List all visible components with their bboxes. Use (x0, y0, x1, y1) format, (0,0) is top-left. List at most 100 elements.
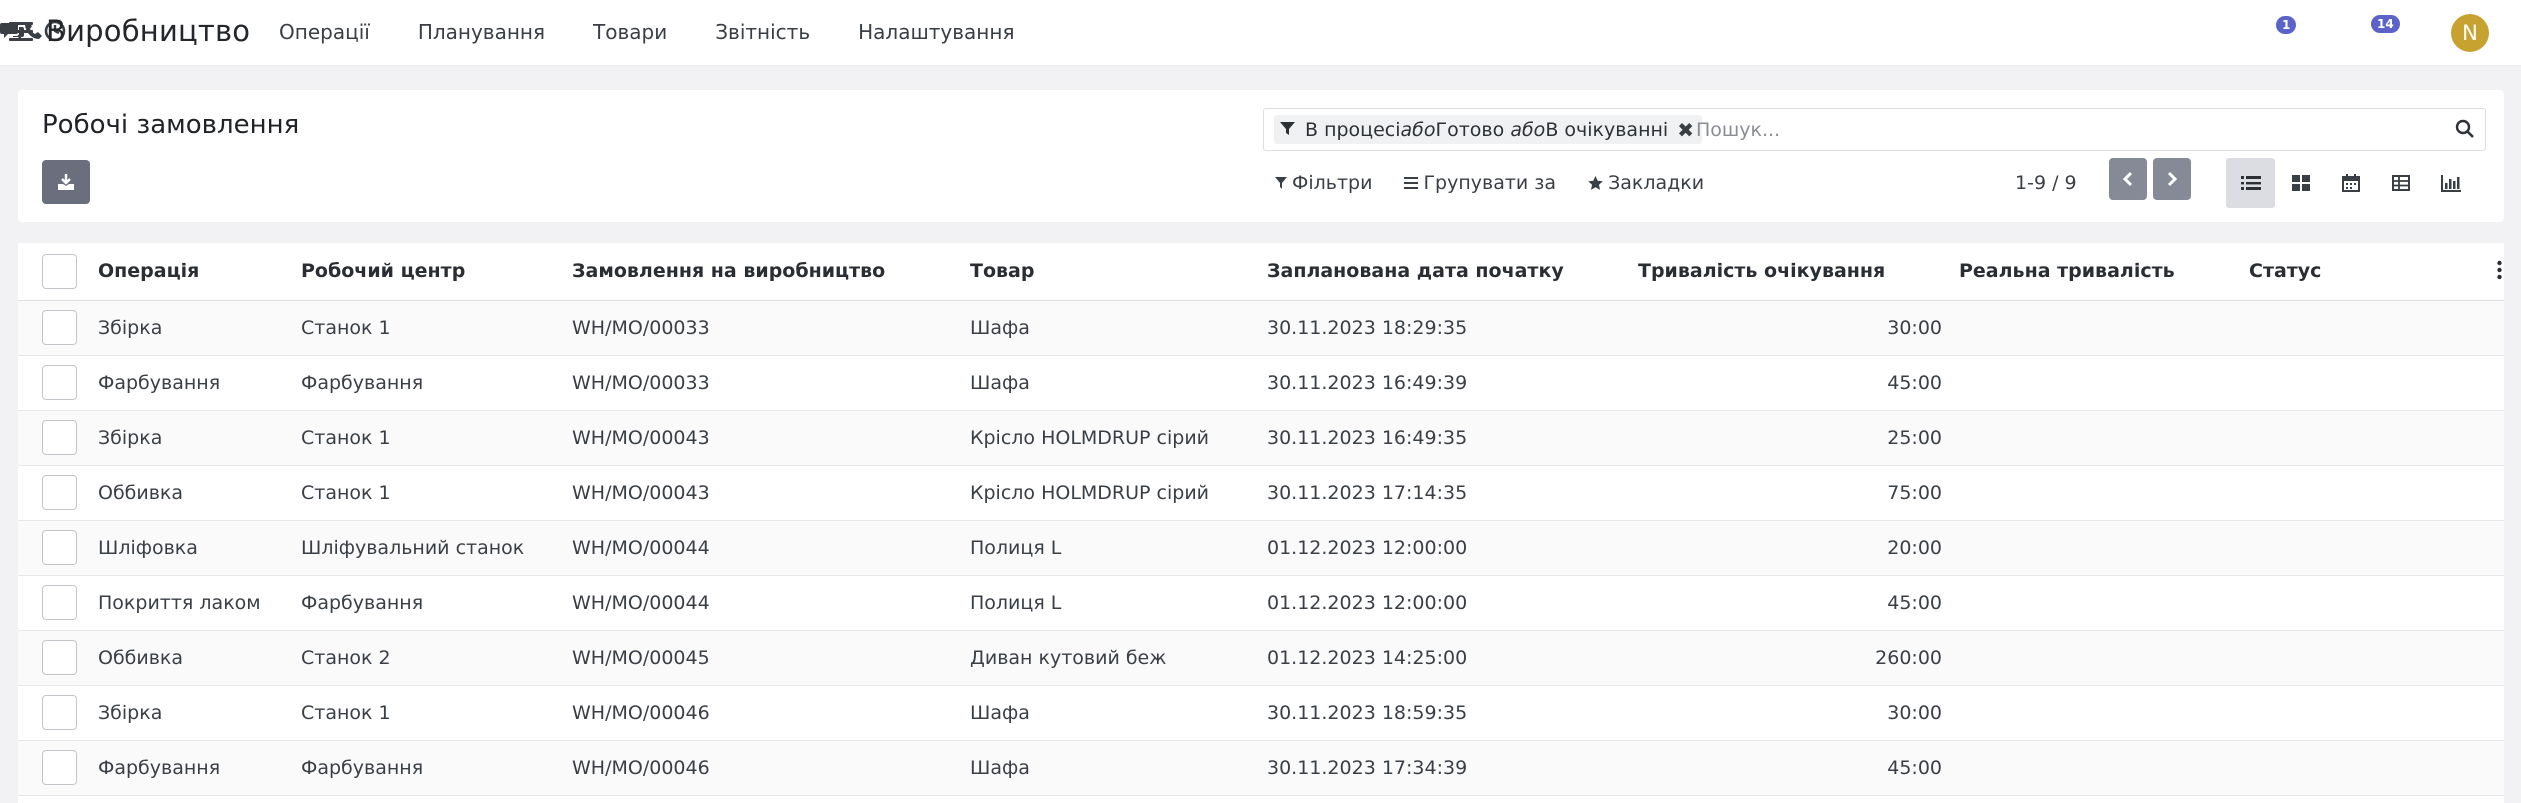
search-input[interactable] (1696, 115, 2416, 145)
row-checkbox[interactable] (42, 475, 77, 510)
search-bar: В процесі або Готово або В очікуванні ✖ (1263, 108, 2486, 151)
cell-operation: Збірка (98, 316, 163, 339)
cell-workcenter: Станок 1 (301, 316, 391, 339)
filter-icon (1275, 177, 1287, 189)
row-checkbox[interactable] (42, 640, 77, 675)
pager-value[interactable]: 1-9 / 9 (2015, 172, 2077, 194)
menu-item-operations[interactable]: Операції (279, 20, 370, 44)
cell-scheduled-start: 30.11.2023 16:49:39 (1267, 371, 1468, 394)
cell-real-duration (1959, 410, 2249, 465)
kanban-view-button[interactable] (2276, 158, 2325, 208)
pager-previous-button[interactable] (2109, 158, 2147, 200)
cell-production-order: WH/MO/00043 (572, 426, 710, 449)
column-header-scheduled-start[interactable]: Запланована дата початку (1267, 243, 1638, 300)
cell-expected-duration: 45:00 (1887, 371, 1942, 394)
row-checkbox[interactable] (42, 530, 77, 565)
column-header-production-order[interactable]: Замовлення на виробництво (572, 243, 970, 300)
table-row[interactable]: Збірка Станок 1 WH/MO/00046 Шафа 30.11.2023 … (18, 685, 2504, 740)
row-checkbox[interactable] (42, 585, 77, 620)
table-row[interactable]: Оббивка Станок 1 WH/MO/00043 Крісло HOLMDRU… (18, 465, 2504, 520)
cell-status (2249, 300, 2504, 355)
filters-dropdown[interactable]: Фільтри (1275, 172, 1372, 194)
cell-workcenter: Фарбування (301, 756, 424, 779)
cell-operation: Збірка (98, 426, 163, 449)
optional-columns-icon[interactable] (2497, 260, 2502, 285)
cell-real-duration (1959, 355, 2249, 410)
cell-scheduled-start: 30.11.2023 18:29:35 (1267, 316, 1468, 339)
calendar-view-button[interactable] (2326, 158, 2375, 208)
cell-expected-duration: 20:00 (1887, 536, 1942, 559)
cell-status (2249, 355, 2504, 410)
list-icon (2240, 176, 2261, 190)
cell-scheduled-start: 30.11.2023 16:49:35 (1267, 426, 1468, 449)
table-row[interactable]: Фарбування Фарбування WH/MO/00033 Шафа 30.11… (18, 355, 2504, 410)
cell-product: Шафа (970, 371, 1030, 394)
cell-real-duration (1959, 465, 2249, 520)
menu-item-planning[interactable]: Планування (418, 20, 545, 44)
user-avatar[interactable]: N (2451, 14, 2489, 52)
cell-operation: Покриття лаком (98, 591, 261, 614)
menu-item-reporting[interactable]: Звітність (715, 20, 810, 44)
list-view-button[interactable] (2226, 158, 2275, 208)
favorites-dropdown[interactable]: Закладки (1588, 172, 1704, 194)
facet-remove-icon[interactable]: ✖ (1677, 118, 1694, 142)
column-header-expected-duration[interactable]: Тривалість очікування (1638, 243, 1959, 300)
search-icon[interactable] (2455, 119, 2475, 143)
kanban-icon (2291, 175, 2310, 191)
row-checkbox[interactable] (42, 310, 77, 345)
cell-operation: Оббивка (98, 646, 184, 669)
table-row[interactable]: Оббивка Станок 2 WH/MO/00045 Диван кутовий … (18, 630, 2504, 685)
cell-expected-duration: 30:00 (1887, 316, 1942, 339)
cell-workcenter: Станок 1 (301, 701, 391, 724)
cell-operation: Фарбування (98, 756, 221, 779)
groupby-dropdown[interactable]: Групувати за (1404, 172, 1556, 194)
activities-badge: 14 (2371, 15, 2400, 33)
cell-status (2249, 520, 2504, 575)
table-row[interactable]: Збірка Станок 1 WH/MO/00033 Шафа 30.11.2023 … (18, 300, 2504, 355)
cell-real-duration (1959, 520, 2249, 575)
chevron-left-icon (2122, 171, 2133, 187)
chevron-right-icon (2167, 171, 2178, 187)
group-bars-icon (1404, 177, 1419, 189)
search-panel-toggles: Фільтри Групувати за Закладки (1275, 172, 1736, 194)
export-download-button[interactable] (42, 160, 90, 204)
page-title: Робочі замовлення (42, 110, 300, 140)
facet-value-in-progress: В процесі (1305, 118, 1401, 141)
table-row[interactable]: Покриття лаком Фарбування WH/MO/00044 Полиц… (18, 575, 2504, 630)
favorites-label: Закладки (1608, 172, 1705, 194)
column-header-real-duration[interactable]: Реальна тривалість (1959, 243, 2249, 300)
row-checkbox[interactable] (42, 750, 77, 785)
cell-product: Крісло HOLMDRUP сірий (970, 426, 1210, 449)
facet-value-waiting: В очікуванні (1545, 118, 1669, 141)
app-menu-icon[interactable] (9, 22, 33, 42)
pager-next-button[interactable] (2153, 158, 2191, 200)
row-checkbox[interactable] (42, 695, 77, 730)
cell-product: Полиця L (970, 536, 1062, 559)
app-title[interactable]: Виробництво (46, 14, 250, 48)
workorders-list: Операція Робочий центр Замовлення на вир… (18, 243, 2504, 803)
column-header-status[interactable]: Статус (2249, 260, 2321, 282)
menu-item-configuration[interactable]: Налаштування (858, 20, 1014, 44)
cell-status (2249, 410, 2504, 465)
table-row[interactable]: Шліфовка Шліфувальний станок WH/MO/00044 По… (18, 520, 2504, 575)
cell-operation: Збірка (98, 701, 163, 724)
table-row[interactable]: Збірка Станок 1 WH/MO/00043 Крісло HOLMDRUP… (18, 410, 2504, 465)
cell-real-duration (1959, 575, 2249, 630)
table-row[interactable]: Фарбування Фарбування WH/MO/00046 Шафа 30.11… (18, 740, 2504, 795)
cell-expected-duration: 45:00 (1887, 591, 1942, 614)
cell-operation: Шліфовка (98, 536, 198, 559)
row-checkbox[interactable] (42, 365, 77, 400)
filter-facet: В процесі або Готово або В очікуванні ✖ (1274, 115, 1702, 144)
graph-view-button[interactable] (2426, 158, 2475, 208)
cell-product: Диван кутовий беж (970, 646, 1167, 669)
column-header-workcenter[interactable]: Робочий центр (301, 243, 572, 300)
cell-product: Шафа (970, 701, 1030, 724)
facet-value-ready: Готово (1435, 118, 1505, 141)
column-header-product[interactable]: Товар (970, 243, 1267, 300)
menu-item-products[interactable]: Товари (593, 20, 667, 44)
pivot-view-button[interactable] (2376, 158, 2425, 208)
row-checkbox[interactable] (42, 420, 77, 455)
select-all-checkbox[interactable] (42, 253, 77, 289)
column-header-operation[interactable]: Операція (98, 243, 301, 300)
cell-status (2249, 630, 2504, 685)
